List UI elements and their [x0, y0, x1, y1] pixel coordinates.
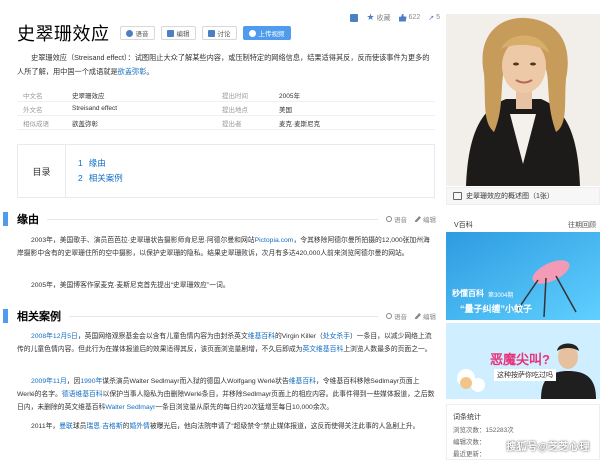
sedlmayr-link[interactable]: Walter Sedlmayr	[105, 404, 155, 411]
info-key: 中文名	[23, 92, 43, 100]
bookmark-icon	[350, 13, 359, 22]
info-value: Streisand effect	[72, 105, 118, 112]
collect-button[interactable]: ★ 收藏	[366, 12, 390, 23]
virgin-killer-link[interactable]: 处女杀手	[323, 333, 350, 340]
voice-button[interactable]: 语音	[119, 26, 155, 40]
pencil-icon	[415, 216, 421, 222]
card-issue: 第3004期	[488, 293, 514, 299]
cases-paragraph-1: 2008年12月5日，英国网络观察基金会以含有儿童色情内容为由封杀英文维基百科的…	[17, 333, 432, 353]
headphone-icon	[386, 216, 392, 222]
title-row: 史翠珊效应 语音 编辑 讨论 上传视频	[17, 20, 291, 46]
section-marker	[3, 212, 8, 226]
portrait-image	[446, 14, 600, 186]
star-icon: ★	[366, 12, 375, 22]
info-key: 外文名	[23, 106, 43, 114]
divider	[69, 315, 378, 317]
thumbs-up-icon	[398, 13, 407, 22]
man-utd-link[interactable]: 曼联	[59, 423, 73, 430]
info-value: 欲盖弥彰	[72, 120, 98, 128]
date-link[interactable]: 2009年11月	[31, 378, 67, 385]
info-key: 相似成语	[23, 120, 49, 128]
section-edit-button[interactable]: 编辑	[415, 214, 436, 224]
section-heading-origin: 缘由 语音 编辑	[0, 210, 440, 228]
watermark: 搜狐号@芝芝心理	[506, 442, 590, 453]
info-value: 美国	[279, 106, 292, 114]
video-card-2[interactable]: 恶魔尖叫? 这种按萨你吃过吗	[446, 323, 600, 399]
origin-paragraph-1: 2003年，美国歌手、演员芭芭拉·史翠珊状告摄影师肯尼思·阿德尔曼和网站Pict…	[17, 237, 430, 257]
section-tools: 语音 编辑	[386, 311, 436, 321]
year-link[interactable]: 1990年	[80, 378, 102, 385]
info-key: 提出者	[222, 120, 242, 128]
section-title: 缘由	[17, 214, 39, 226]
summary-paragraph: 史翠珊效应（Streisand effect）：试图阻止大众了解某些内容，或压制…	[17, 53, 430, 76]
info-key: 提出地点	[222, 106, 248, 114]
card-subtitle: 这种按萨你吃过吗	[494, 369, 556, 381]
vbaike-label: V百科	[454, 222, 473, 229]
summary-link[interactable]: 欲盖弥彰	[118, 67, 147, 76]
card-headline: 恶魔尖叫?	[490, 352, 550, 367]
basic-info-table: 中文名 史翠珊效应 提出时间 2005年外文名 Streisand effect 提出地点…	[17, 88, 435, 130]
wikipedia-link[interactable]: 维基百科	[289, 378, 316, 385]
ryan-giggs-link[interactable]: 瑞恩·吉格斯	[86, 423, 122, 430]
pencil-icon	[415, 313, 421, 319]
video-card-1[interactable]: 秒懂百科 第3004期 “量子纠缠”小蚊子	[446, 232, 600, 320]
share-icon: ↗	[428, 14, 435, 22]
discuss-button[interactable]: 讨论	[201, 26, 237, 40]
section-edit-button[interactable]: 编辑	[415, 311, 436, 321]
photo-caption[interactable]: 史翠珊效应的概述图（1张）	[446, 187, 600, 205]
divider	[47, 218, 378, 220]
upload-video-button[interactable]: 上传视频	[242, 26, 291, 40]
vbaike-header: V百科 往期回顾	[446, 220, 600, 230]
vbaike-more-link[interactable]: 往期回顾	[568, 220, 596, 230]
toc-label: 目录	[18, 145, 66, 197]
headphone-icon	[386, 313, 392, 319]
toc-item-origin[interactable]: 1 缘由	[78, 156, 123, 171]
info-row: 外文名 Streisand effect 提出地点 美国	[17, 102, 435, 116]
speaker-icon	[125, 29, 133, 37]
wikipedia-link[interactable]: 维基百科	[248, 333, 275, 340]
info-row: 中文名 史翠珊效应 提出时间 2005年	[17, 88, 435, 102]
share-button[interactable]: ↗ 5	[428, 14, 440, 22]
affair-link[interactable]: 婚外情	[129, 423, 149, 430]
info-value: 2005年	[279, 92, 300, 100]
info-row: 相似成语 欲盖弥彰 提出者 麦克·麦斯尼克	[17, 116, 435, 130]
top-actions: ★ 收藏 622 ↗ 5	[350, 12, 440, 23]
english-wikipedia-link[interactable]: 英文维基百科	[302, 346, 343, 353]
origin-paragraph-2: 2005年，美国博客作家麦克·麦斯尼克首先提出“史翠珊效应”一词。	[31, 282, 230, 289]
like-button[interactable]: 622	[398, 13, 420, 22]
section-marker	[3, 309, 8, 323]
table-of-contents: 目录 1 缘由 2 相关案例	[17, 144, 435, 198]
info-value: 史翠珊效应	[72, 92, 105, 100]
german-wikipedia-link[interactable]: 德语维基百科	[62, 391, 103, 398]
page-title: 史翠珊效应	[17, 24, 110, 45]
plus-icon	[248, 29, 256, 37]
toc-list: 1 缘由 2 相关案例	[66, 145, 123, 197]
info-value: 麦克·麦斯尼克	[279, 120, 321, 128]
summary-photo[interactable]	[446, 14, 600, 186]
edit-button[interactable]: 编辑	[160, 26, 196, 40]
info-key: 提出时间	[222, 92, 248, 100]
card-brand: 秒懂百科	[452, 289, 484, 298]
chat-icon	[207, 29, 215, 37]
date-link[interactable]: 2008年12月5日	[31, 333, 78, 340]
pictopia-link[interactable]: Pictopia.com	[255, 237, 294, 244]
sidebar: 史翠珊效应的概述图（1张） V百科 往期回顾 秒懂百科 第3004期 “量子纠缠…	[446, 0, 600, 460]
section-voice-button[interactable]: 语音	[386, 311, 407, 321]
card-title: “量子纠缠”小蚊子	[460, 304, 533, 314]
pencil-icon	[166, 29, 174, 37]
section-title: 相关案例	[17, 311, 61, 323]
add-collect[interactable]	[350, 13, 359, 22]
stats-views: 浏览次数：152283次	[453, 427, 514, 434]
gallery-icon	[453, 192, 462, 200]
stats-title: 词条统计	[453, 414, 481, 421]
section-heading-cases: 相关案例 语音 编辑	[0, 307, 440, 325]
section-tools: 语音 编辑	[386, 214, 436, 224]
cases-paragraph-3: 2011年，曼联球员瑞恩·吉格斯的婚外情被曝光后，他向法院申请了“超级禁令”禁止…	[31, 423, 420, 430]
section-voice-button[interactable]: 语音	[386, 214, 407, 224]
article-main: ★ 收藏 622 ↗ 5 史翠珊效应 语音 编辑 讨论 上传视频 史翠珊效应（Str…	[0, 0, 440, 460]
cases-paragraph-2: 2009年11月，因1990年谋杀演员Walter Sedlmayr而入狱的德国…	[17, 378, 435, 411]
toc-item-cases[interactable]: 2 相关案例	[78, 171, 123, 186]
